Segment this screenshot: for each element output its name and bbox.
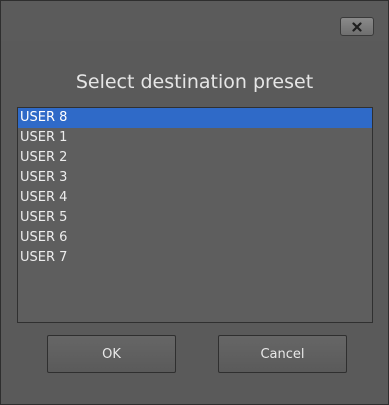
select-preset-dialog: Select destination preset USER 8 USER 1 … — [0, 0, 389, 405]
title-bar — [1, 1, 388, 41]
dialog-title: Select destination preset — [75, 71, 314, 93]
list-item[interactable]: USER 8 — [18, 108, 372, 128]
close-icon — [352, 21, 362, 32]
list-item[interactable]: USER 1 — [18, 128, 372, 148]
close-button[interactable] — [340, 17, 374, 36]
ok-button[interactable]: OK — [47, 335, 176, 373]
list-item[interactable]: USER 3 — [18, 168, 372, 188]
list-item[interactable]: USER 6 — [18, 228, 372, 248]
list-item[interactable]: USER 5 — [18, 208, 372, 228]
cancel-button[interactable]: Cancel — [218, 335, 347, 373]
list-item[interactable]: USER 7 — [18, 248, 372, 268]
list-item[interactable]: USER 2 — [18, 148, 372, 168]
preset-list[interactable]: USER 8 USER 1 USER 2 USER 3 USER 4 USER … — [17, 107, 373, 323]
list-item[interactable]: USER 4 — [18, 188, 372, 208]
